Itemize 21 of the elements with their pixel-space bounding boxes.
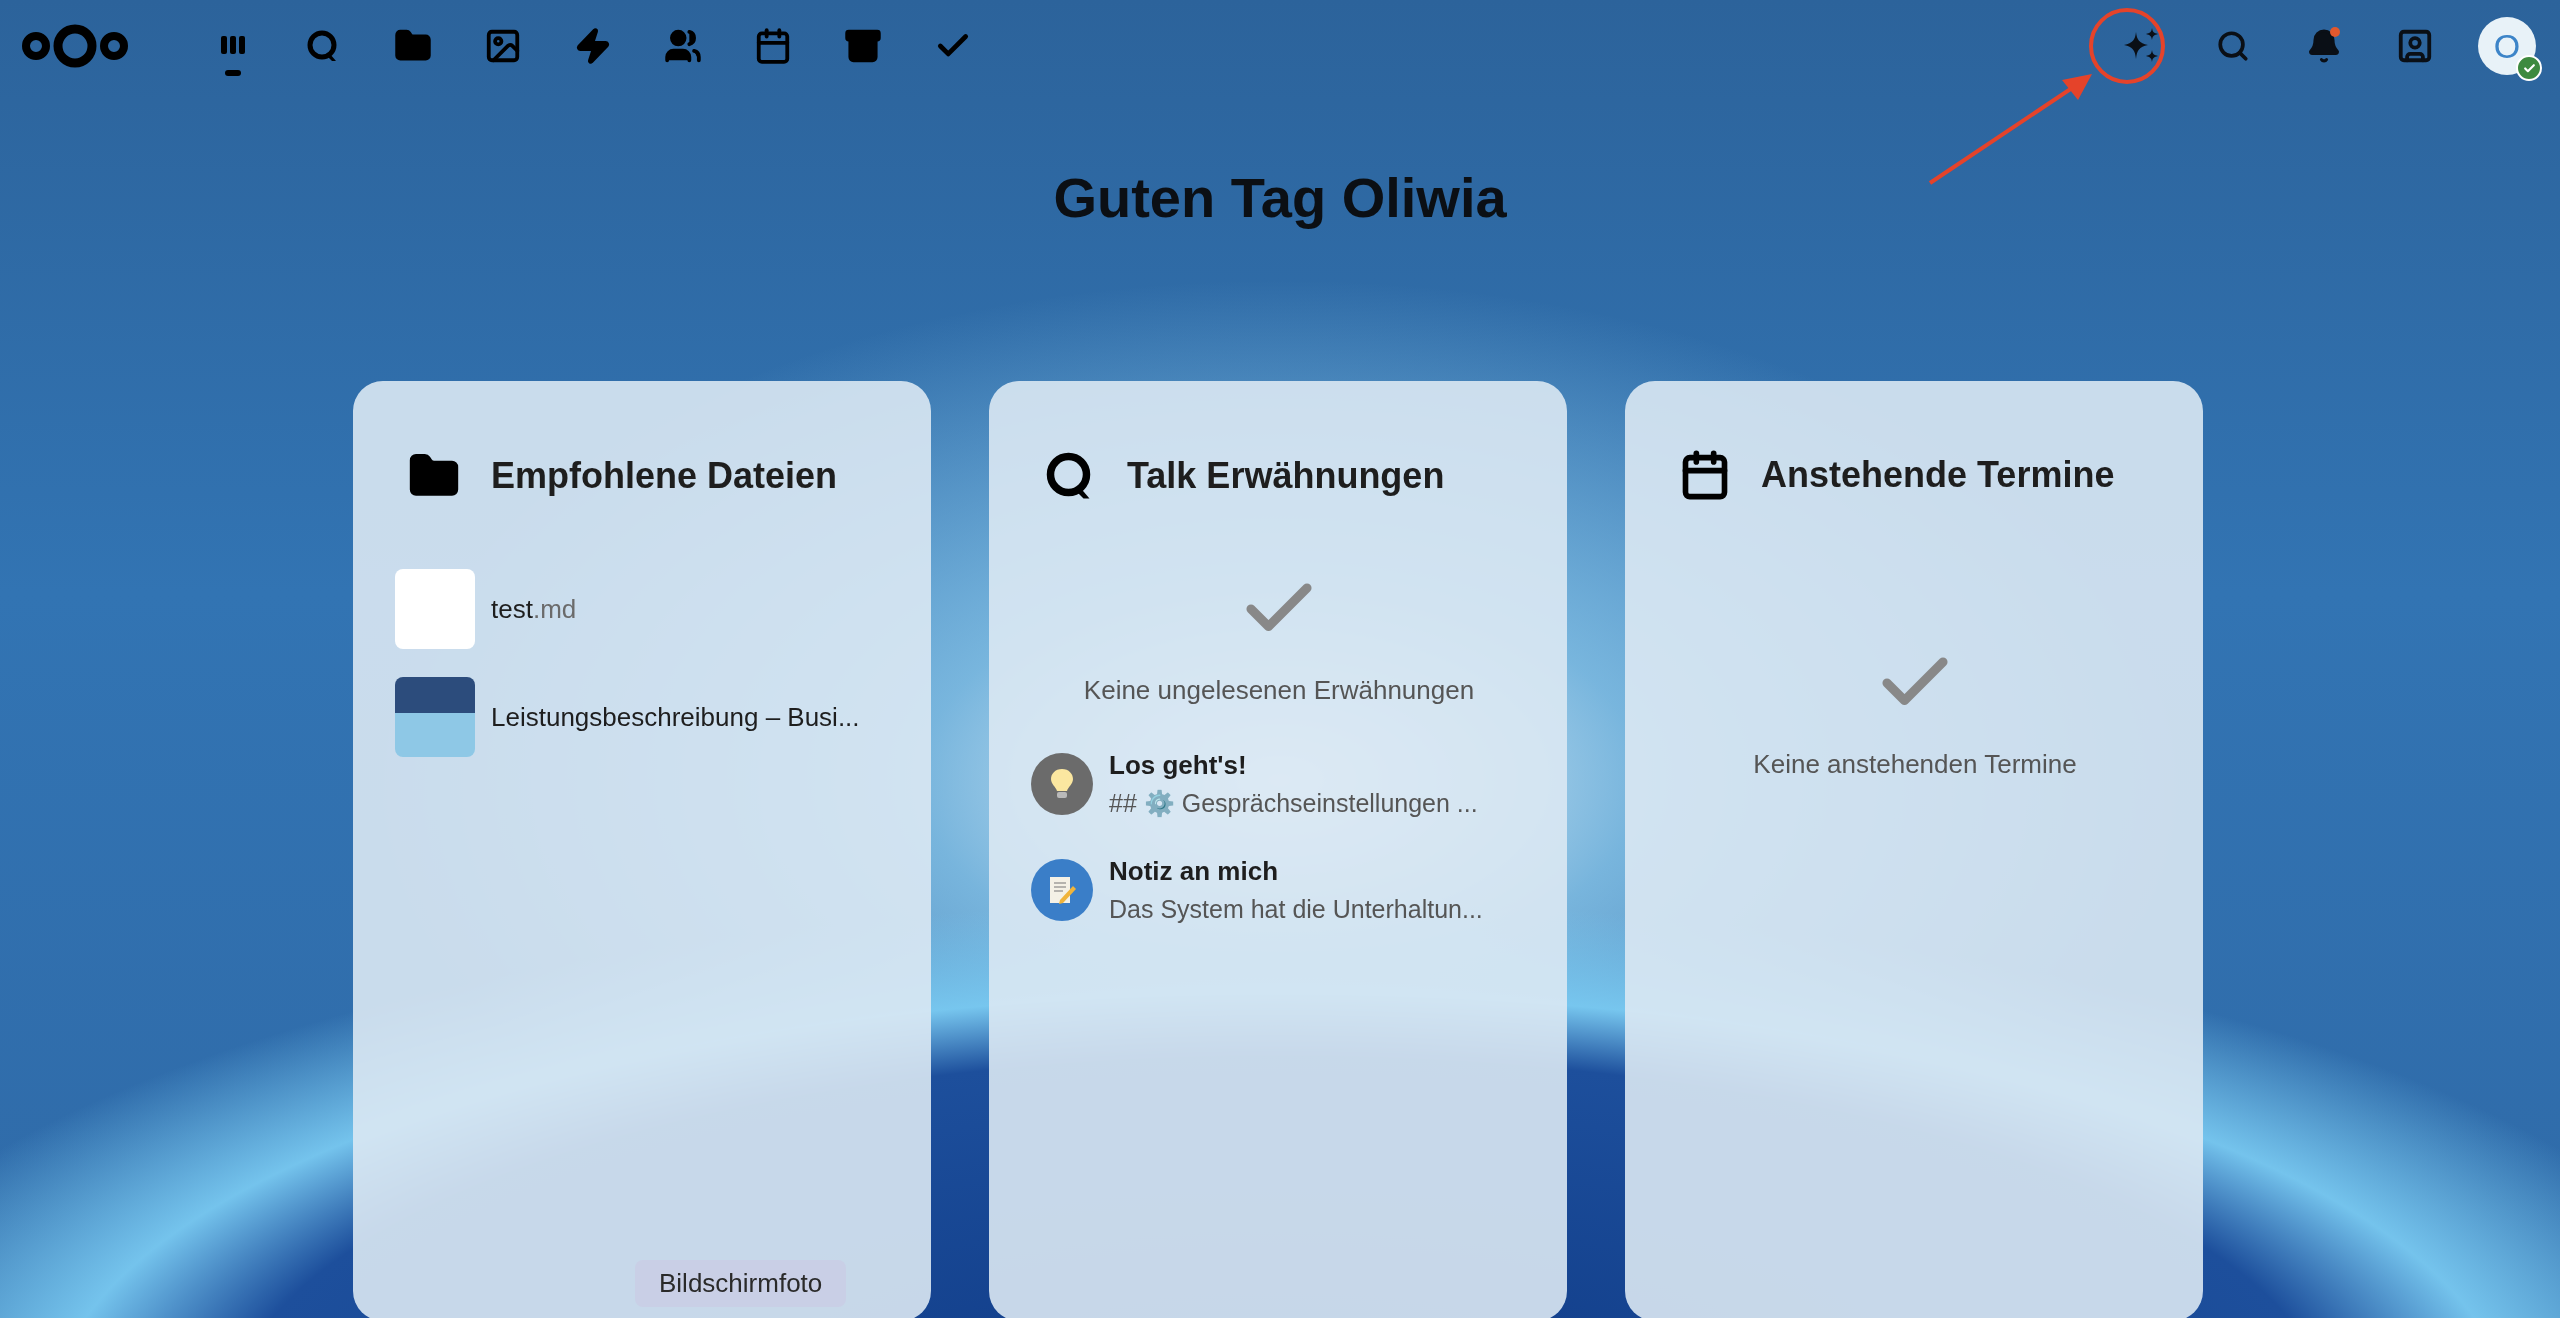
image-icon (484, 27, 522, 65)
file-name[interactable]: test.md (491, 593, 577, 625)
search-icon (2215, 29, 2250, 63)
greeting-heading: Guten Tag Oliwia (1052, 165, 1508, 231)
conversation-title[interactable]: Los geht's! (1109, 750, 1478, 782)
lightning-icon (574, 27, 612, 65)
calendar-icon (754, 27, 792, 65)
widget-title: Empfohlene Dateien (491, 455, 838, 498)
empty-message: Keine ungelesenen Erwähnungen (1083, 675, 1475, 707)
widget-title: Talk Erwähnungen (1127, 455, 1445, 498)
lightbulb-icon (1050, 768, 1074, 801)
conversation-preview: Das System hat die Unterhaltun... (1109, 895, 1483, 925)
file-name[interactable]: Leistungsbeschreibung – Busi... (491, 701, 860, 733)
people-icon (664, 27, 702, 65)
conversation-title[interactable]: Notiz an mich (1109, 856, 1483, 888)
tooltip: Bildschirmfoto (635, 1260, 847, 1307)
empty-message: Keine anstehenden Termine (1753, 749, 2077, 781)
conversation-preview: ## ⚙ Gesprächseinstellungen ... (1109, 789, 1478, 819)
widget-title: Anstehende Termine (1761, 454, 2115, 497)
stack-icon (844, 27, 882, 65)
cloud-logo[interactable] (20, 23, 130, 69)
